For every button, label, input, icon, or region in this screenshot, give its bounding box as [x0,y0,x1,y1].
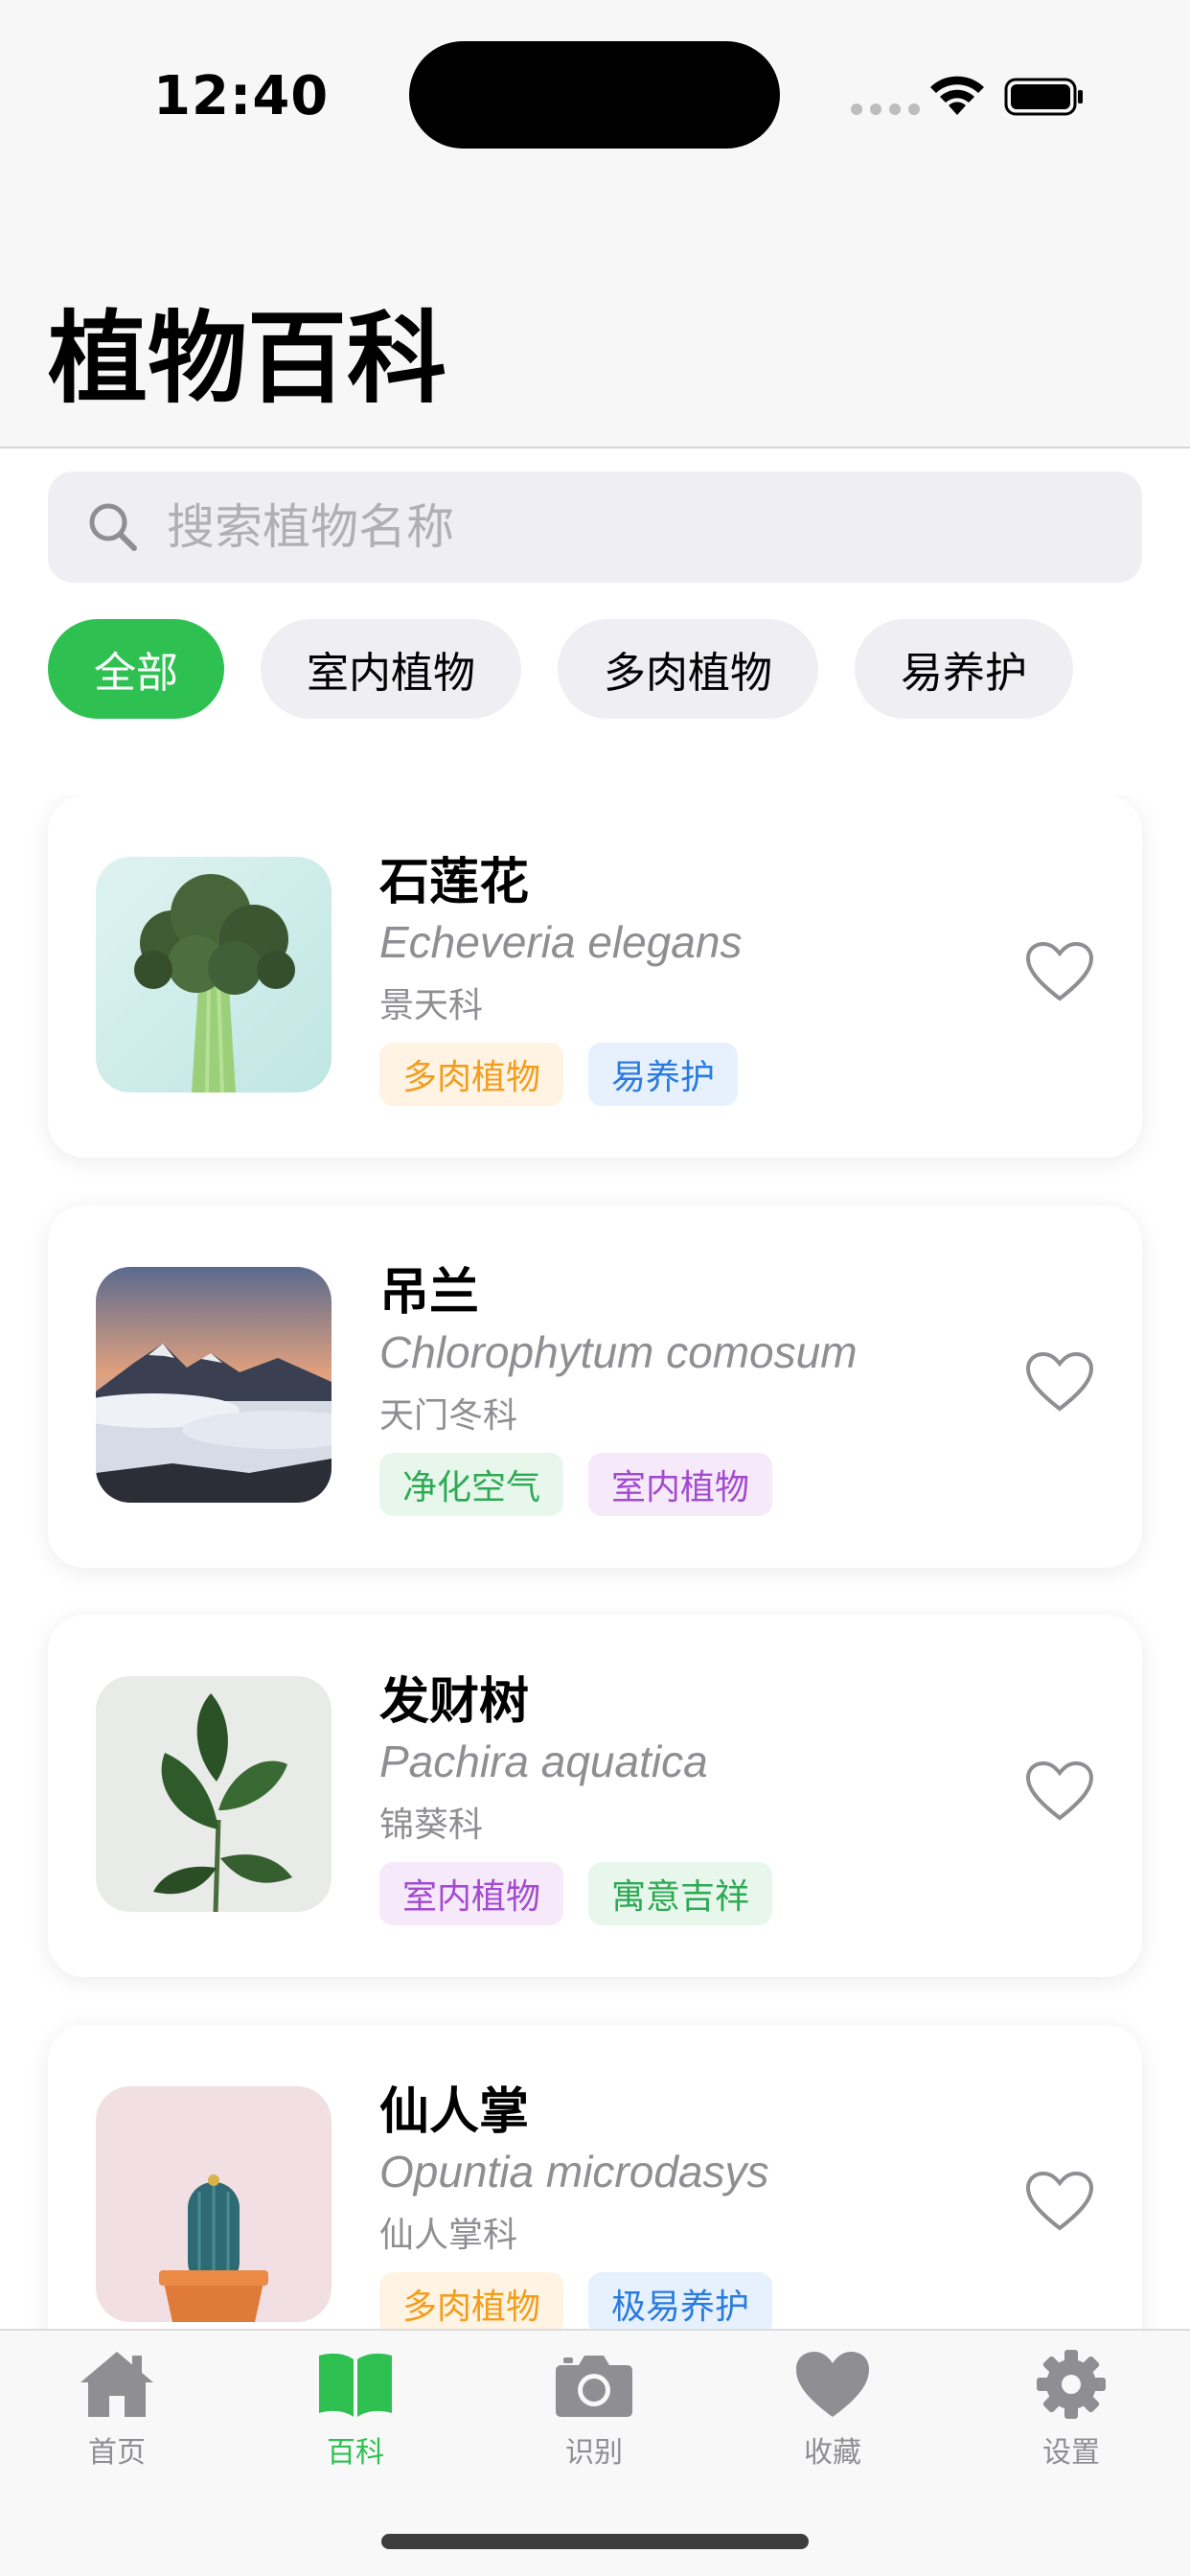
signal-icon [851,104,920,115]
plant-list[interactable]: 石莲花 Echeveria elegans 景天科 多肉植物 易养护 吊兰 Ch… [0,795,1190,2329]
plant-name: 发财树 [379,1673,530,1731]
tag: 易养护 [588,1043,739,1106]
plant-family: 仙人掌科 [379,2216,518,2255]
tag: 室内植物 [379,1862,564,1925]
favorite-heart-icon[interactable] [1025,941,1094,1002]
plant-image-cactus [96,2086,332,2322]
plant-name: 石莲花 [379,854,530,911]
tag: 多肉植物 [379,1043,564,1106]
tag: 极易养护 [588,2272,773,2329]
search-icon [89,503,137,551]
wifi-icon [930,76,984,115]
plant-latin-name: Pachira aquatica [379,1736,708,1786]
tab-label: 百科 [327,2436,384,2470]
camera-icon [556,2356,632,2417]
plant-tags: 室内植物 寓意吉祥 [379,1862,773,1925]
heart-icon [796,2352,869,2417]
gear-icon [1037,2350,1106,2419]
status-time: 12:40 [153,65,330,127]
plant-image-leaf [96,1676,332,1912]
tag: 净化空气 [379,1453,564,1516]
search-input[interactable] [167,472,1106,583]
home-indicator [381,2534,809,2549]
plant-card[interactable]: 发财树 Pachira aquatica 锦葵科 室内植物 寓意吉祥 [48,1615,1142,1977]
favorite-heart-icon[interactable] [1025,2171,1094,2232]
battery-icon [1004,78,1083,116]
plant-name: 仙人掌 [379,2083,530,2141]
tab-identify[interactable]: 识别 [517,2348,671,2482]
tab-favorites[interactable]: 收藏 [756,2348,909,2482]
favorite-heart-icon[interactable] [1025,1351,1094,1413]
chip-indoor[interactable]: 室内植物 [261,619,521,719]
tab-encyclopedia[interactable]: 百科 [279,2348,432,2482]
plant-card[interactable]: 仙人掌 Opuntia microdasys 仙人掌科 多肉植物 极易养护 [48,2025,1142,2329]
plant-family: 锦葵科 [379,1806,484,1845]
plant-name: 吊兰 [379,1264,480,1322]
plant-family: 天门冬科 [379,1396,518,1436]
search-bar[interactable] [48,472,1142,583]
tag: 多肉植物 [379,2272,564,2329]
page-title: 植物百科 [48,300,447,417]
category-chips: 全部 室内植物 多肉植物 易养护 [48,619,1073,719]
tab-home[interactable]: 首页 [40,2348,194,2482]
tag: 室内植物 [588,1453,773,1516]
dynamic-island [409,41,780,149]
tab-label: 设置 [1042,2436,1100,2470]
house-icon [80,2352,153,2417]
plant-card[interactable]: 吊兰 Chlorophytum comosum 天门冬科 净化空气 室内植物 [48,1206,1142,1568]
plant-image-broccoli [96,857,332,1092]
plant-latin-name: Opuntia microdasys [379,2147,769,2196]
plant-latin-name: Chlorophytum comosum [379,1327,858,1377]
favorite-heart-icon[interactable] [1025,1760,1094,1822]
plant-card[interactable]: 石莲花 Echeveria elegans 景天科 多肉植物 易养护 [48,795,1142,1158]
book-icon [319,2353,392,2417]
plant-latin-name: Echeveria elegans [379,917,743,967]
tab-label: 首页 [88,2436,146,2470]
chip-all[interactable]: 全部 [48,619,224,719]
plant-image-mountain [96,1267,332,1503]
plant-tags: 多肉植物 极易养护 [379,2272,773,2329]
chip-easy-care[interactable]: 易养护 [855,619,1073,719]
header: 12:40 植物百科 [0,0,1190,448]
tab-label: 识别 [565,2436,623,2470]
plant-tags: 净化空气 室内植物 [379,1453,773,1516]
tab-settings[interactable]: 设置 [995,2348,1148,2482]
chip-succulent[interactable]: 多肉植物 [558,619,818,719]
tab-label: 收藏 [804,2436,861,2470]
tag: 寓意吉祥 [588,1862,773,1925]
plant-family: 景天科 [379,986,484,1025]
app-screen: 12:40 植物百科 全部 室内植物 多肉植物 易养护 [0,0,1190,2576]
plant-tags: 多肉植物 易养护 [379,1043,739,1106]
